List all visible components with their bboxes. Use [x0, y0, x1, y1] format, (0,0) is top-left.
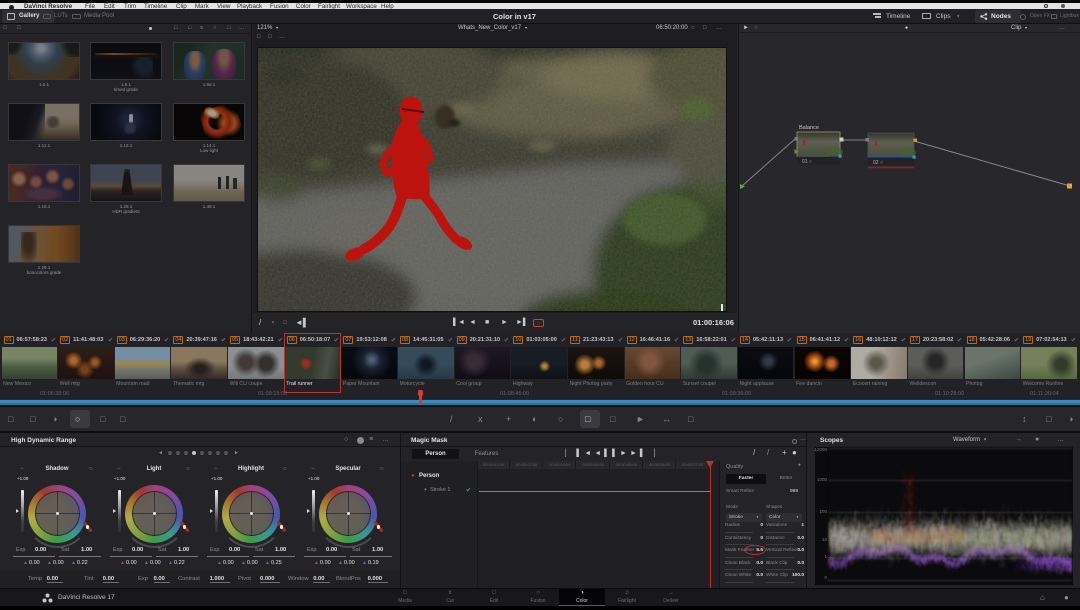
svg-text:01 ○: 01 ○	[802, 159, 812, 165]
svg-text:Balance: Balance	[799, 125, 819, 131]
svg-text:02 ○: 02 ○	[873, 160, 883, 166]
